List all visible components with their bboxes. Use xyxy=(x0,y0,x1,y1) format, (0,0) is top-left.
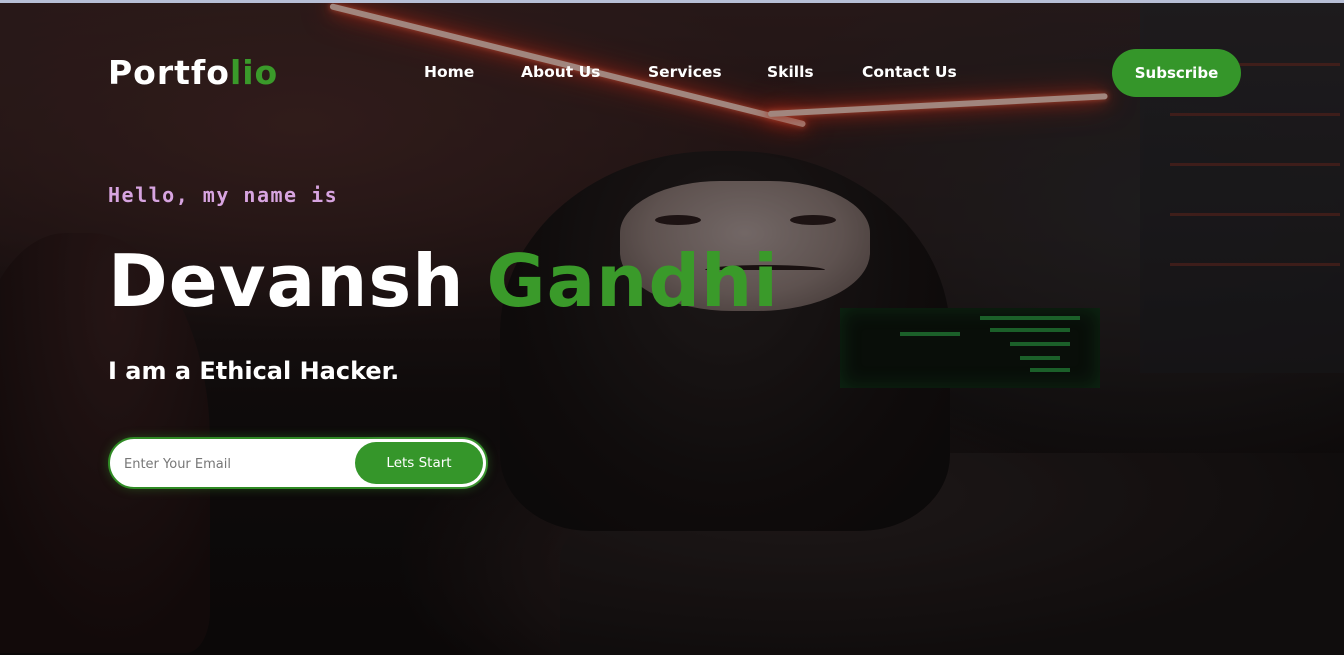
logo-accent-text: lio xyxy=(229,53,279,92)
email-input[interactable] xyxy=(124,451,344,477)
hero-name: Devansh Gandhi xyxy=(108,239,779,323)
subscribe-button[interactable]: Subscribe xyxy=(1112,49,1241,97)
mask-eye-right xyxy=(790,215,836,225)
nav-link-home[interactable]: Home xyxy=(424,63,474,81)
lets-start-button[interactable]: Lets Start xyxy=(355,442,483,484)
logo-text: Portfo xyxy=(108,53,230,92)
background-table xyxy=(560,453,1344,655)
first-name: Devansh xyxy=(108,239,465,323)
nav-link-services[interactable]: Services xyxy=(648,63,722,81)
hero-section: Portfolio Home About Us Services Skills … xyxy=(0,0,1344,655)
nav-link-about-us[interactable]: About Us xyxy=(521,63,600,81)
email-signup-form: Lets Start xyxy=(108,437,488,489)
background-screen xyxy=(840,308,1100,388)
nav-link-skills[interactable]: Skills xyxy=(767,63,814,81)
hooded-figure xyxy=(500,151,950,531)
top-navigation: Portfolio Home About Us Services Skills … xyxy=(0,3,1344,143)
last-name: Gandhi xyxy=(486,239,779,323)
greeting-text: Hello, my name is xyxy=(108,183,339,207)
site-logo[interactable]: Portfolio xyxy=(108,53,278,92)
nav-link-contact-us[interactable]: Contact Us xyxy=(862,63,957,81)
mask-eye-left xyxy=(655,215,701,225)
hero-tagline: I am a Ethical Hacker. xyxy=(108,357,400,385)
